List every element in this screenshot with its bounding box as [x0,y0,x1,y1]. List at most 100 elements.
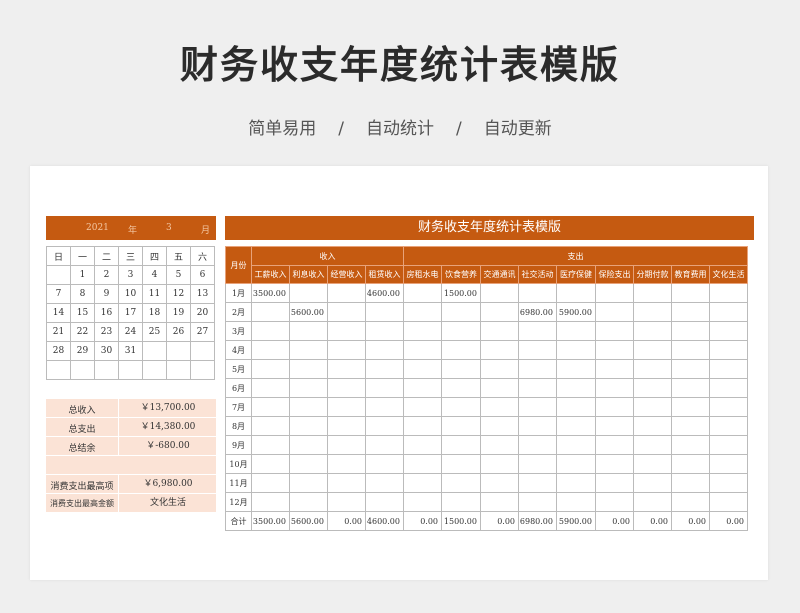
value-cell[interactable] [365,359,404,379]
value-cell[interactable] [403,492,442,512]
value-cell[interactable] [671,359,710,379]
calendar-day[interactable]: 3 [118,265,143,285]
value-cell[interactable] [289,321,328,341]
value-cell[interactable] [671,435,710,455]
calendar-day[interactable]: 12 [166,284,191,304]
calendar-day[interactable]: 23 [94,322,119,342]
value-cell[interactable]: 5900.00 [556,511,596,531]
value-cell[interactable]: 0.00 [633,511,672,531]
value-cell[interactable] [518,397,557,417]
value-cell[interactable] [709,492,748,512]
value-cell[interactable]: 5900.00 [556,302,596,322]
value-cell[interactable] [671,492,710,512]
value-cell[interactable] [480,378,519,398]
calendar-day[interactable]: 18 [142,303,167,323]
calendar-day[interactable]: 20 [190,303,215,323]
value-cell[interactable] [365,435,404,455]
value-cell[interactable] [709,435,748,455]
value-cell[interactable] [595,473,634,493]
value-cell[interactable] [518,473,557,493]
calendar-day[interactable]: 15 [70,303,95,323]
calendar-day[interactable]: 4 [142,265,167,285]
value-cell[interactable] [441,416,481,436]
calendar-day[interactable]: 26 [166,322,191,342]
value-cell[interactable]: 0.00 [480,511,519,531]
calendar-day[interactable]: 28 [46,341,71,361]
value-cell[interactable] [480,492,519,512]
value-cell[interactable]: 3500.00 [251,511,290,531]
value-cell[interactable] [518,283,557,303]
value-cell[interactable] [671,283,710,303]
value-cell[interactable] [595,416,634,436]
value-cell[interactable] [556,359,596,379]
value-cell[interactable] [671,302,710,322]
value-cell[interactable] [251,340,290,360]
value-cell[interactable] [556,473,596,493]
value-cell[interactable] [365,321,404,341]
value-cell[interactable] [441,454,481,474]
value-cell[interactable] [251,416,290,436]
value-cell[interactable] [251,302,290,322]
calendar-day[interactable]: 29 [70,341,95,361]
value-cell[interactable] [633,283,672,303]
value-cell[interactable] [289,454,328,474]
value-cell[interactable]: 4600.00 [365,511,404,531]
value-cell[interactable] [671,473,710,493]
value-cell[interactable] [709,397,748,417]
value-cell[interactable] [441,492,481,512]
value-cell[interactable] [289,435,328,455]
calendar-day[interactable]: 19 [166,303,191,323]
value-cell[interactable] [251,359,290,379]
value-cell[interactable] [403,340,442,360]
value-cell[interactable] [441,435,481,455]
value-cell[interactable] [595,397,634,417]
value-cell[interactable] [709,359,748,379]
value-cell[interactable] [365,492,404,512]
calendar-day[interactable]: 10 [118,284,143,304]
value-cell[interactable] [671,397,710,417]
value-cell[interactable] [518,321,557,341]
value-cell[interactable] [709,416,748,436]
calendar-day[interactable]: 2 [94,265,119,285]
calendar-day[interactable]: 25 [142,322,167,342]
calendar-day[interactable]: 11 [142,284,167,304]
value-cell[interactable] [327,492,366,512]
value-cell[interactable] [327,397,366,417]
value-cell[interactable] [518,492,557,512]
value-cell[interactable] [595,302,634,322]
value-cell[interactable] [595,340,634,360]
value-cell[interactable] [480,283,519,303]
value-cell[interactable] [671,378,710,398]
value-cell[interactable] [251,378,290,398]
value-cell[interactable]: 6980.00 [518,511,557,531]
value-cell[interactable] [633,378,672,398]
calendar-day[interactable]: 17 [118,303,143,323]
calendar-year[interactable]: 2021 [86,223,109,233]
value-cell[interactable] [441,397,481,417]
value-cell[interactable] [556,340,596,360]
value-cell[interactable] [289,416,328,436]
calendar-day[interactable]: 24 [118,322,143,342]
value-cell[interactable] [595,378,634,398]
value-cell[interactable] [441,378,481,398]
calendar-month[interactable]: 3 [166,223,172,233]
value-cell[interactable] [327,359,366,379]
value-cell[interactable] [709,473,748,493]
value-cell[interactable] [633,435,672,455]
value-cell[interactable] [403,473,442,493]
value-cell[interactable]: 0.00 [403,511,442,531]
value-cell[interactable] [709,378,748,398]
value-cell[interactable] [289,492,328,512]
value-cell[interactable] [556,283,596,303]
value-cell[interactable] [595,435,634,455]
calendar-day[interactable]: 9 [94,284,119,304]
value-cell[interactable] [403,435,442,455]
calendar-day[interactable]: 8 [70,284,95,304]
value-cell[interactable] [251,492,290,512]
value-cell[interactable] [595,454,634,474]
value-cell[interactable] [556,454,596,474]
value-cell[interactable] [365,454,404,474]
value-cell[interactable] [327,435,366,455]
value-cell[interactable]: 0.00 [671,511,710,531]
value-cell[interactable] [480,473,519,493]
